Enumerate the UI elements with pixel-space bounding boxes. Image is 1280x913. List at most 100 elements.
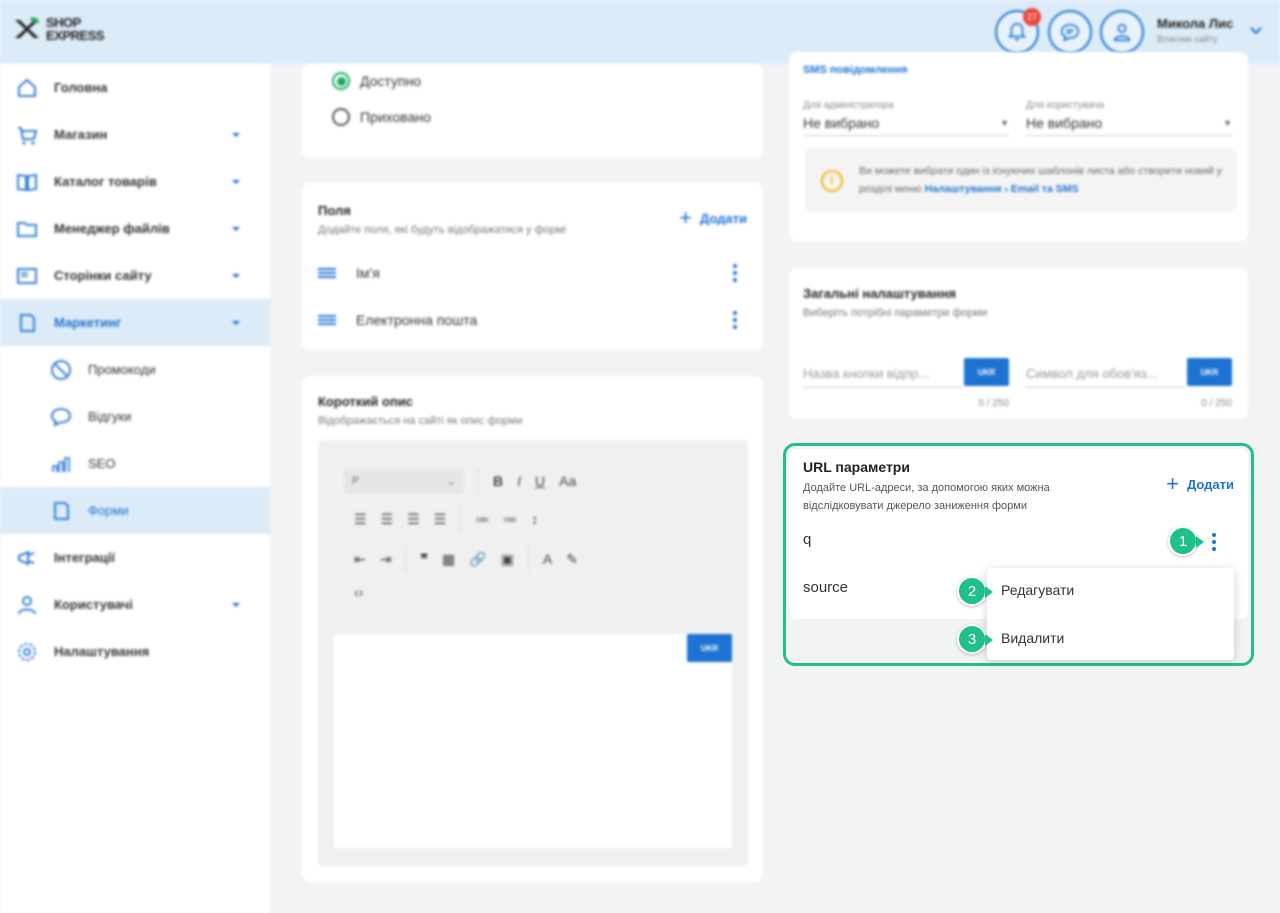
- editor-toolbar-row3: ⇤ ⇥ ❞ ▦ 🔗 ▣ A ✎: [354, 546, 578, 572]
- sidebar-item-label: Сторінки сайту: [54, 268, 152, 283]
- rich-text-editor: P⌄ B I U Aa ☰ ☰ ☰ ☰ ≔ ≔ ↕ ⇤ ⇥ ❞ ▦ 🔗 ▣ A: [318, 440, 748, 866]
- select-label: Для користувача: [1026, 100, 1105, 111]
- drag-handle-icon[interactable]: [318, 268, 336, 278]
- align-center-icon[interactable]: ☰: [381, 511, 394, 528]
- sidebar-item-integrations[interactable]: Інтеграції: [0, 534, 270, 581]
- sidebar-item-home[interactable]: Головна: [0, 64, 270, 111]
- short-description-card: Короткий опис Відображається на сайті як…: [302, 376, 763, 882]
- caret-down-icon: [232, 226, 240, 231]
- sidebar-item-shop[interactable]: Магазин: [0, 111, 270, 158]
- user-icon: [1113, 23, 1131, 42]
- sidebar-item-reviews[interactable]: Відгуки: [0, 393, 270, 440]
- fields-add-button[interactable]: + Додати: [679, 205, 747, 230]
- bell-icon: [1007, 22, 1027, 41]
- settings-icon: [18, 642, 36, 661]
- table-icon[interactable]: ▦: [442, 551, 455, 568]
- users-icon: [18, 595, 36, 614]
- align-right-icon[interactable]: ☰: [407, 511, 420, 528]
- bullet-list-icon[interactable]: ≔: [475, 511, 489, 528]
- numbered-list-icon[interactable]: ≔: [503, 511, 517, 528]
- chevron-down-icon: ⌄: [446, 475, 456, 488]
- font-case-icon[interactable]: Aa: [559, 473, 576, 489]
- toolbar-divider: [405, 546, 407, 572]
- sms-admin-select[interactable]: Для адміністратора Не вибрано ▼: [803, 100, 1009, 136]
- highlight-icon[interactable]: ✎: [566, 551, 578, 568]
- logo[interactable]: SHOP EXPRESS: [12, 14, 104, 44]
- notifications-button[interactable]: 27: [995, 8, 1041, 54]
- link-icon[interactable]: 🔗: [469, 551, 486, 568]
- general-settings-card: Загальні налаштування Виберіть потрібні …: [789, 268, 1248, 419]
- more-vert-icon[interactable]: [733, 264, 737, 282]
- profile-button[interactable]: [1100, 10, 1144, 54]
- pages-icon: [17, 267, 37, 284]
- forms-icon: [54, 501, 69, 520]
- sidebar-item-label: Каталог товарів: [54, 174, 157, 189]
- more-vert-icon[interactable]: [733, 311, 737, 329]
- sidebar-item-label: Форми: [88, 503, 129, 518]
- sidebar-item-settings[interactable]: Налаштування: [0, 628, 270, 675]
- menu-item-edit[interactable]: Редагувати: [1001, 582, 1074, 598]
- sidebar-item-label: Головна: [54, 80, 108, 95]
- sidebar-item-forms[interactable]: Форми: [0, 487, 270, 534]
- code-icon[interactable]: ‹›: [354, 584, 363, 600]
- general-title: Загальні налаштування: [803, 286, 957, 301]
- quote-icon[interactable]: ❞: [420, 551, 428, 568]
- user-info[interactable]: Микола Лис Власник сайту: [1157, 16, 1233, 44]
- plus-icon: +: [679, 205, 692, 230]
- image-icon[interactable]: ▣: [501, 551, 514, 568]
- toolbar-divider: [478, 468, 479, 494]
- italic-icon[interactable]: I: [517, 473, 521, 489]
- sidebar-item-users[interactable]: Користувачі: [0, 581, 270, 628]
- button-name-input[interactable]: Назва кнопки відпр... UKR 0 / 250: [803, 358, 1009, 409]
- field-row[interactable]: Електронна пошта: [318, 305, 747, 335]
- required-symbol-input[interactable]: Символ для обов'яз... UKR 0 / 250: [1026, 358, 1232, 409]
- sms-user-select[interactable]: Для користувача Не вибрано ▼: [1026, 100, 1232, 136]
- align-justify-icon[interactable]: ☰: [434, 511, 447, 528]
- indent-icon[interactable]: ⇥: [380, 551, 392, 568]
- book-icon: [17, 173, 37, 191]
- radio-label: Приховано: [360, 109, 431, 125]
- sidebar-item-files[interactable]: Менеджер файлів: [0, 205, 270, 252]
- radio-hidden[interactable]: Приховано: [332, 108, 431, 126]
- underline-icon[interactable]: U: [535, 473, 545, 489]
- char-counter: 0 / 250: [978, 398, 1009, 409]
- text-color-icon[interactable]: A: [543, 551, 552, 567]
- radio-label: Доступно: [360, 73, 422, 89]
- fields-title: Поля: [318, 203, 351, 218]
- caret-down-icon: [232, 320, 240, 325]
- paragraph-select[interactable]: P ⌄: [344, 468, 464, 494]
- editor-content-area[interactable]: UKR: [334, 634, 732, 848]
- marketing-icon: [20, 313, 35, 332]
- visibility-card: Доступно Приховано: [302, 64, 763, 158]
- settings-link[interactable]: Налаштування › Email та SMS: [925, 183, 1079, 195]
- language-button[interactable]: UKR: [687, 634, 732, 662]
- menu-item-delete[interactable]: Видалити: [1001, 630, 1064, 646]
- drag-handle-icon[interactable]: [318, 315, 336, 325]
- editor-toolbar-row1: P ⌄ B I U Aa: [344, 468, 576, 494]
- sidebar-item-marketing[interactable]: Маркетинг: [0, 299, 270, 346]
- outdent-icon[interactable]: ⇤: [354, 551, 366, 568]
- language-button[interactable]: UKR: [1187, 358, 1232, 386]
- bold-icon[interactable]: B: [493, 473, 503, 489]
- radio-available[interactable]: Доступно: [332, 72, 421, 90]
- sidebar-item-label: Користувачі: [54, 597, 133, 612]
- logo-icon: [15, 17, 39, 38]
- align-left-icon[interactable]: ☰: [354, 511, 367, 528]
- language-button[interactable]: UKR: [964, 358, 1009, 386]
- select-label: Для адміністратора: [803, 100, 894, 111]
- chevron-down-icon[interactable]: [1248, 22, 1264, 38]
- caret-down-icon: [232, 602, 240, 607]
- field-row[interactable]: Ім'я: [318, 258, 747, 288]
- info-box: ! Ви можете вибрати один із існуючих шаб…: [805, 148, 1237, 212]
- sidebar-item-label: SEO: [88, 456, 116, 471]
- short-desc-title: Короткий опис: [318, 394, 413, 409]
- sidebar-item-seo[interactable]: SEO: [0, 440, 270, 487]
- line-height-icon[interactable]: ↕: [531, 511, 538, 527]
- sidebar-item-promocodes[interactable]: Промокоди: [0, 346, 270, 393]
- messages-button[interactable]: [1048, 10, 1092, 54]
- sidebar-item-catalog[interactable]: Каталог товарів: [0, 158, 270, 205]
- sidebar-item-label: Налаштування: [54, 644, 150, 659]
- sidebar-item-pages[interactable]: Сторінки сайту: [0, 252, 270, 299]
- toolbar-divider: [527, 546, 529, 572]
- caret-down-icon: ▼: [1223, 118, 1232, 128]
